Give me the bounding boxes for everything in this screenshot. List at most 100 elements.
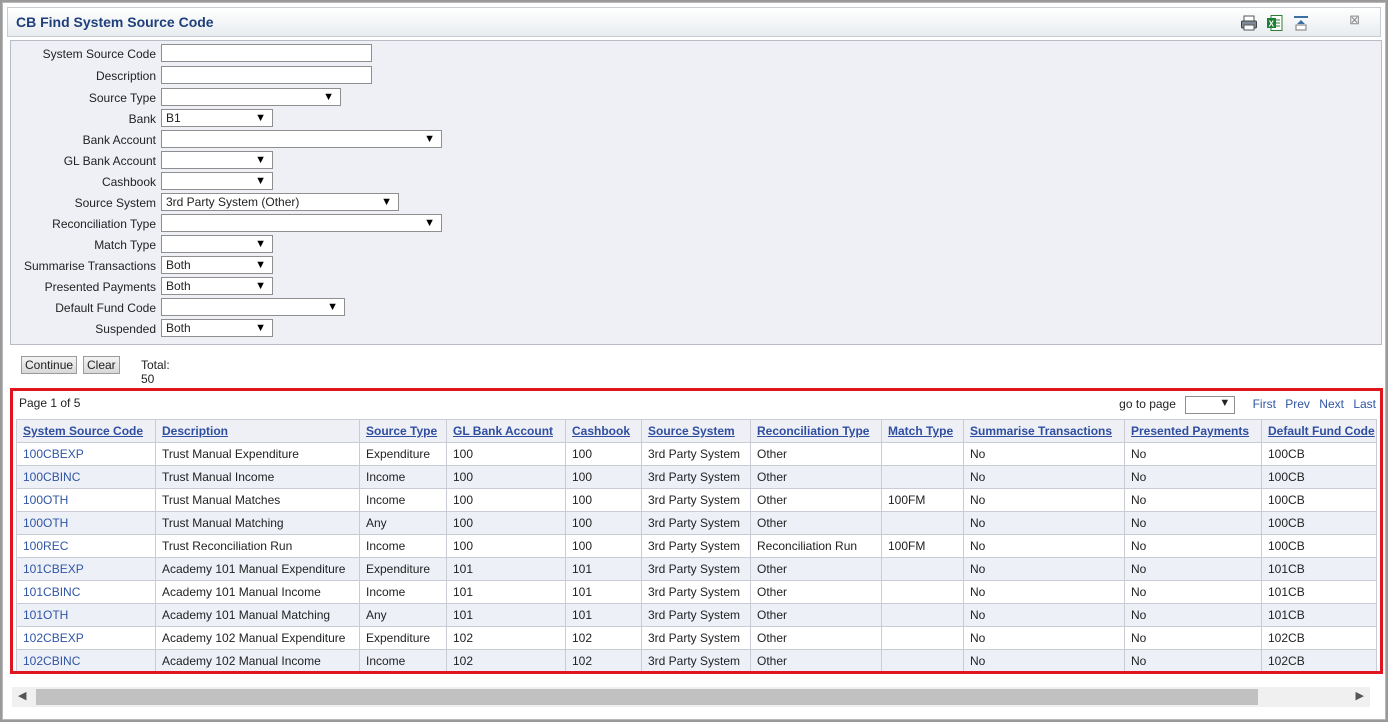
suspended-select[interactable]: Both ▼ (161, 319, 273, 337)
table-cell: 100 (446, 511, 566, 535)
reconciliation-type-select[interactable]: ▼ (161, 214, 442, 232)
table-cell (881, 580, 964, 604)
table-cell: Any (359, 603, 447, 627)
source-code-link[interactable]: 101CBINC (16, 580, 156, 604)
column-header[interactable]: GL Bank Account (446, 419, 566, 443)
column-header[interactable]: Match Type (881, 419, 964, 443)
bank-label: Bank (128, 112, 156, 126)
table-cell: 100 (565, 511, 642, 535)
scrollbar-thumb[interactable] (36, 689, 1258, 705)
table-cell: Income (359, 465, 447, 489)
table-row[interactable]: 100OTH Trust Manual Matches Income 100 100 3r… (16, 488, 1377, 512)
source-type-select[interactable]: ▼ (161, 88, 341, 106)
filter-row-description: Description (11, 66, 1381, 86)
chevron-down-icon: ▼ (424, 133, 435, 145)
source-code-link[interactable]: 100REC (16, 534, 156, 558)
source-code-link[interactable]: 100OTH (16, 488, 156, 512)
table-cell: Other (750, 649, 882, 671)
description-input[interactable] (161, 66, 372, 84)
source-code-link[interactable]: 100CBEXP (16, 442, 156, 466)
table-cell: No (1124, 557, 1262, 581)
filter-row-match-type: Match Type ▼ (11, 235, 1381, 255)
table-cell: 100 (565, 534, 642, 558)
table-cell: No (1124, 580, 1262, 604)
table-cell: Academy 101 Manual Expenditure (155, 557, 360, 581)
column-header[interactable]: Description (155, 419, 360, 443)
source-code-link[interactable]: 101OTH (16, 603, 156, 627)
scroll-right-icon[interactable]: ▶ (1356, 689, 1364, 702)
summarise-transactions-select[interactable]: Both ▼ (161, 256, 273, 274)
table-cell (881, 603, 964, 627)
last-page-link[interactable]: Last (1353, 397, 1376, 411)
table-row[interactable]: 100CBEXP Trust Manual Expenditure Expendit… (16, 442, 1377, 466)
table-body: 100CBEXP Trust Manual Expenditure Expendit… (16, 442, 1377, 671)
source-code-link[interactable]: 100OTH (16, 511, 156, 535)
table-cell: 101 (446, 603, 566, 627)
chevron-down-icon: ▼ (323, 91, 334, 103)
description-label: Description (95, 69, 156, 83)
gl-bank-account-select[interactable]: ▼ (161, 151, 273, 169)
default-fund-code-select[interactable]: ▼ (161, 298, 345, 316)
source-code-link[interactable]: 102CBEXP (16, 626, 156, 650)
results-panel: Page 1 of 5 go to page ▼ First Prev Next… (10, 388, 1383, 674)
table-cell: No (963, 442, 1125, 466)
table-row[interactable]: 100OTH Trust Manual Matching Any 100 100 3rd … (16, 511, 1377, 535)
column-header[interactable]: Summarise Transactions (963, 419, 1125, 443)
table-row[interactable]: 102CBINC Academy 102 Manual Income Income 1… (16, 649, 1377, 671)
table-cell: Trust Manual Matching (155, 511, 360, 535)
table-row[interactable]: 102CBEXP Academy 102 Manual Expenditure Ex… (16, 626, 1377, 650)
column-header[interactable]: Source System (641, 419, 751, 443)
column-header[interactable]: Cashbook (565, 419, 642, 443)
table-cell: 100CB (1261, 511, 1377, 535)
system-source-code-input[interactable] (161, 44, 372, 62)
match-type-select[interactable]: ▼ (161, 235, 273, 253)
horizontal-scrollbar[interactable]: ◀ ▶ (12, 687, 1370, 707)
bank-select[interactable]: B1 ▼ (161, 109, 273, 127)
close-icon[interactable]: ⊠ (1349, 12, 1360, 28)
continue-button[interactable]: Continue (21, 356, 78, 374)
first-page-link[interactable]: First (1253, 397, 1276, 411)
table-row[interactable]: 101OTH Academy 101 Manual Matching Any 101 1… (16, 603, 1377, 627)
next-page-link[interactable]: Next (1319, 397, 1344, 411)
source-system-label: Source System (74, 196, 156, 210)
table-cell: 102 (565, 626, 642, 650)
table-cell: No (1124, 534, 1262, 558)
column-header[interactable]: System Source Code (16, 419, 156, 443)
column-header[interactable]: Presented Payments (1124, 419, 1262, 443)
source-code-link[interactable]: 101CBEXP (16, 557, 156, 581)
table-row[interactable]: 101CBINC Academy 101 Manual Income Income 1… (16, 580, 1377, 604)
go-to-page-select[interactable]: ▼ (1185, 396, 1236, 414)
clear-button[interactable]: Clear (83, 356, 120, 374)
column-header[interactable]: Reconciliation Type (750, 419, 882, 443)
cashbook-label: Cashbook (101, 175, 156, 189)
table-cell: Income (359, 534, 447, 558)
table-cell: 3rd Party System (641, 603, 751, 627)
column-header[interactable]: Source Type (359, 419, 447, 443)
scroll-left-icon[interactable]: ◀ (18, 689, 26, 702)
collapse-panel-icon[interactable] (1292, 14, 1310, 32)
table-cell: 100 (565, 488, 642, 512)
filter-row-presented-payments: Presented Payments Both ▼ (11, 277, 1381, 297)
bank-account-select[interactable]: ▼ (161, 130, 442, 148)
column-header[interactable]: Default Fund Code (1261, 419, 1377, 443)
gl-bank-account-label: GL Bank Account (63, 154, 156, 168)
excel-export-icon[interactable]: X (1266, 14, 1284, 32)
prev-page-link[interactable]: Prev (1285, 397, 1310, 411)
source-code-link[interactable]: 100CBINC (16, 465, 156, 489)
presented-payments-select[interactable]: Both ▼ (161, 277, 273, 295)
source-system-select[interactable]: 3rd Party System (Other) ▼ (161, 193, 399, 211)
printer-icon[interactable] (1240, 14, 1258, 32)
filter-row-suspended: Suspended Both ▼ (11, 319, 1381, 339)
chevron-down-icon: ▼ (255, 154, 266, 166)
table-row[interactable]: 101CBEXP Academy 101 Manual Expenditure Ex… (16, 557, 1377, 581)
source-code-link[interactable]: 102CBINC (16, 649, 156, 671)
table-row[interactable]: 100REC Trust Reconciliation Run Income 100 1… (16, 534, 1377, 558)
cashbook-select[interactable]: ▼ (161, 172, 273, 190)
table-cell: 100FM (881, 534, 964, 558)
table-cell: Income (359, 580, 447, 604)
filter-row-default-fund-code: Default Fund Code ▼ (11, 298, 1381, 318)
table-cell: 100 (446, 534, 566, 558)
system-source-code-label: System Source Code (42, 47, 156, 61)
table-cell: 3rd Party System (641, 649, 751, 671)
table-row[interactable]: 100CBINC Trust Manual Income Income 100 100 3… (16, 465, 1377, 489)
